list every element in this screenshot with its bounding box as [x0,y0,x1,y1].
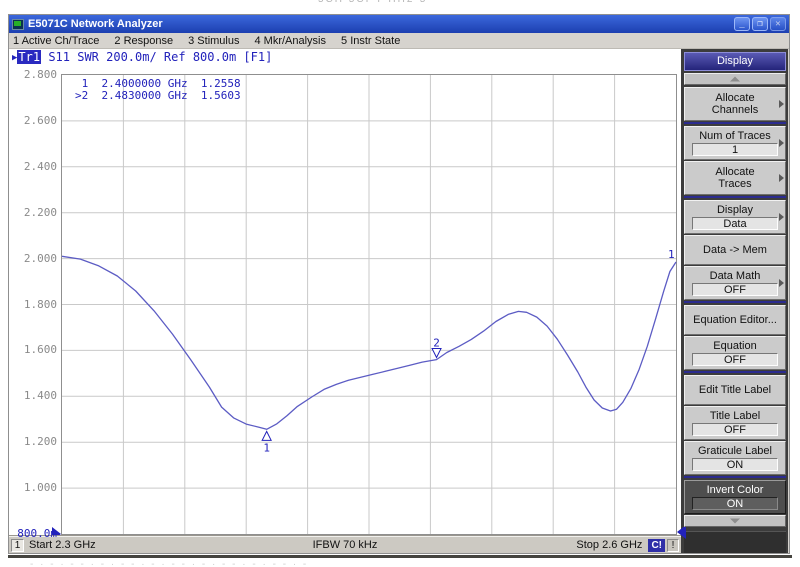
softkey-label: Equation Editor... [693,314,777,326]
softkey-label: Title Label [710,410,760,422]
y-axis-tick-label: 2.400 [9,160,57,173]
softkey-value: OFF [692,283,778,296]
softkey-label: Invert Color [707,484,764,496]
submenu-arrow-icon [779,100,784,108]
softkey-group-separator [684,301,786,303]
application-window: E5071C Network Analyzer _ ❐ ✕ 1 Active C… [8,14,790,554]
window-title: E5071C Network Analyzer [28,18,732,30]
menu-bar: 1 Active Ch/Trace 2 Response 3 Stimulus 4 M… [9,33,789,49]
trace-scale-text: S11 SWR 200.0m/ Ref 800.0m [F1] [41,50,272,64]
softkey-label: Channels [712,104,758,116]
menu-item-1-active-ch-trace[interactable]: 1 Active Ch/Trace [13,35,99,47]
softkey-allocate-traces[interactable]: AllocateTraces [684,161,786,195]
y-axis-tick-label: 2.200 [9,206,57,219]
submenu-arrow-icon [779,213,784,221]
trace-status-line: ▶Tr1 S11 SWR 200.0m/ Ref 800.0m [F1] [12,50,272,64]
softkey-value: Data [692,217,778,230]
softkey-label: Display [717,204,753,216]
app-icon [12,19,24,30]
y-axis-reference-label: 800.0m [9,527,57,540]
softkey-graticule-label[interactable]: Graticule LabelON [684,441,786,475]
softkey-label: Num of Traces [699,130,771,142]
y-axis-tick-label: 1.000 [9,481,57,494]
stop-frequency-label: Stop 2.6 GHz [576,539,642,551]
softkey-title-label[interactable]: Title LabelOFF [684,406,786,440]
triangle-down-icon [730,519,740,524]
softkey-label: Graticule Label [698,445,772,457]
softkey-value: OFF [692,423,778,436]
softkey-invert-color[interactable]: Invert ColorON [684,480,786,514]
marker-2-label: 2 [433,337,440,350]
softkey-data-math[interactable]: Data MathOFF [684,266,786,300]
softkey-group-separator [684,476,786,478]
menu-item-5-instr-state[interactable]: 5 Instr State [341,35,400,47]
softkey-label: Data Math [710,270,761,282]
softkey-sidebar: Display AllocateChannelsNum of Traces1Al… [681,49,788,553]
calibration-badge: C! [648,539,665,552]
alert-badge: ! [667,539,679,552]
softkey-value: ON [692,497,778,510]
softkey-num-of-traces[interactable]: Num of Traces1 [684,126,786,160]
softkey-value: 1 [692,143,778,156]
submenu-arrow-icon [779,174,784,182]
y-axis-tick-label: 2.600 [9,114,57,127]
softkey-data-mem[interactable]: Data -> Mem [684,235,786,265]
softkey-label: Data -> Mem [703,244,767,256]
softkey-label: Traces [718,178,751,190]
instrument-display: ▶Tr1 S11 SWR 200.0m/ Ref 800.0m [F1] 1 1 2… [9,49,681,553]
submenu-arrow-icon [779,279,784,287]
y-axis-tick-label: 2.800 [9,68,57,81]
start-frequency-label: Start 2.3 GHz [29,539,96,551]
triangle-up-icon [730,77,740,82]
softkey-label: Allocate [715,92,754,104]
softkey-label: Edit Title Label [699,384,771,396]
close-button[interactable]: ✕ [770,17,786,31]
softkey-group-separator [684,122,786,124]
cropped-caption-top: 5CH 5CI-T HH2-5 [318,0,508,6]
swr-trace-chart: 1 1 2 [62,75,676,534]
marker-1-triangle-icon[interactable] [262,431,271,440]
restore-button[interactable]: ❐ [752,17,768,31]
softkey-menu-title: Display [684,52,786,71]
softkey-value: OFF [692,353,778,366]
softkey-edit-title-label[interactable]: Edit Title Label [684,375,786,405]
menu-item-2-response[interactable]: 2 Response [114,35,173,47]
trace-end-number-label: 1 [668,248,675,261]
y-axis-tick-label: 1.600 [9,343,57,356]
menu-item-3-stimulus[interactable]: 3 Stimulus [188,35,239,47]
channel-status-bar: 1 Start 2.3 GHz IFBW 70 kHz Stop 2.6 GHz… [9,536,681,553]
softkey-allocate-channels[interactable]: AllocateChannels [684,87,786,121]
softkey-equation-editor[interactable]: Equation Editor... [684,305,786,335]
title-bar: E5071C Network Analyzer _ ❐ ✕ [9,15,789,33]
y-axis-tick-label: 2.000 [9,252,57,265]
menu-item-4-mkr-analysis[interactable]: 4 Mkr/Analysis [254,35,326,47]
softkey-scroll-up-button[interactable] [684,73,786,85]
window-bottom-edge [8,555,792,558]
softkey-display[interactable]: DisplayData [684,200,786,234]
submenu-arrow-icon [779,139,784,147]
y-axis-tick-label: 1.800 [9,298,57,311]
marker-2-triangle-icon[interactable] [432,349,441,358]
trace-id-badge[interactable]: Tr1 [17,50,41,64]
cropped-caption-bottom: - · - · - - · - · - - · - · - - · - · - … [30,559,770,567]
softkey-group-separator [684,371,786,373]
channel-number-box: 1 [11,539,24,552]
y-axis-tick-label: 1.400 [9,389,57,402]
softkey-label: Allocate [715,166,754,178]
softkey-label: Equation [713,340,756,352]
marker-readout: 1 2.4000000 GHz 1.2558 >2 2.4830000 GHz … [75,78,241,102]
sidebar-empty-area [684,531,786,553]
y-axis-tick-label: 1.200 [9,435,57,448]
softkey-equation[interactable]: EquationOFF [684,336,786,370]
softkey-group-separator [684,196,786,198]
graph-plot-area: 1 1 2 [61,74,677,535]
marker-1-label: 1 [263,441,270,454]
softkey-scroll-down-button[interactable] [684,515,786,527]
minimize-button[interactable]: _ [734,17,750,31]
softkey-value: ON [692,458,778,471]
